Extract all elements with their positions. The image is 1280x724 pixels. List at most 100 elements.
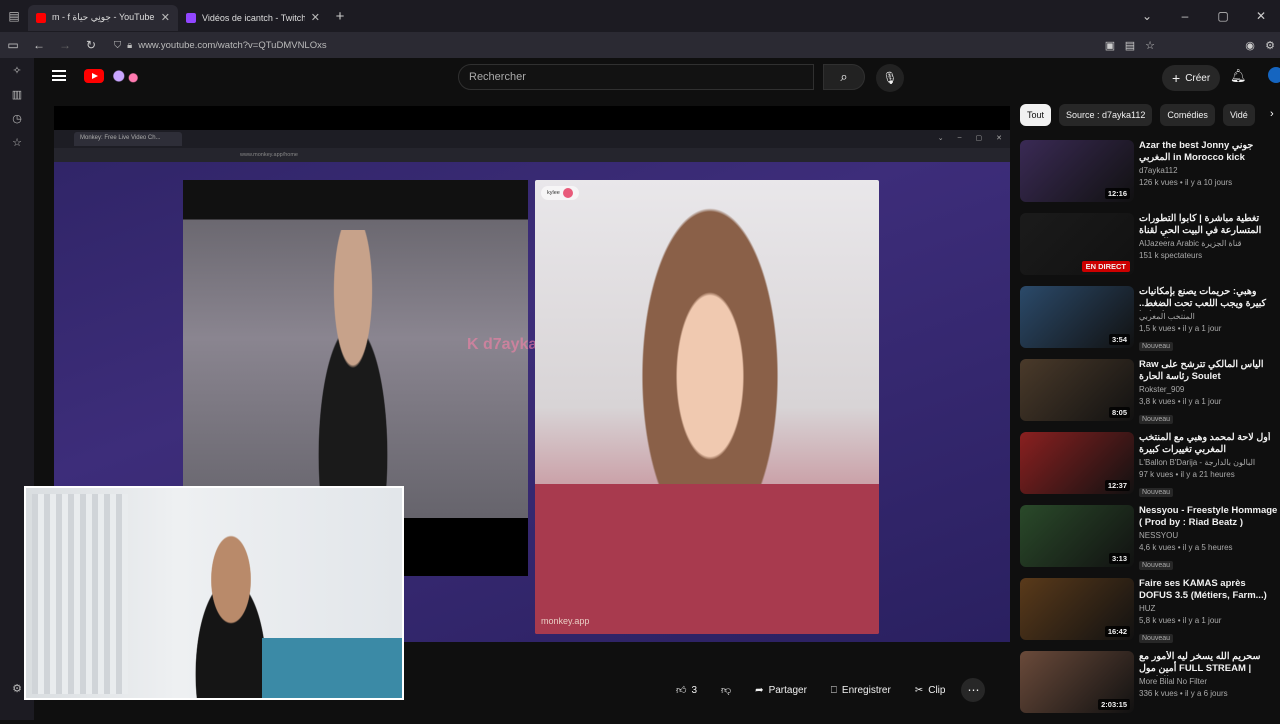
channel-name[interactable]: المنتخب المغربي <box>1139 311 1279 323</box>
url-text: www.youtube.com/watch?v=QTuDMVNLOxs <box>138 39 327 51</box>
youtube-logo-icon[interactable] <box>84 69 104 83</box>
history-icon[interactable]: ◷ <box>12 112 22 126</box>
share-label: Partager <box>768 684 807 696</box>
video-thumbnail[interactable]: 12:16 <box>1020 140 1134 202</box>
video-title[interactable]: أول لاحة لمحمد وهبي مع المنتخب المغربي ت… <box>1139 432 1279 457</box>
list-item[interactable]: 2:03:15 سحريم الله يسخر ليه الأمور مع أم… <box>1020 651 1278 724</box>
like-count: 3 <box>691 684 698 696</box>
tab-list-icon[interactable]: ▤ <box>0 0 28 32</box>
video-title[interactable]: Faire ses KAMAS après DOFUS 3.5 (Métiers… <box>1139 578 1279 603</box>
create-button[interactable]: + Créer <box>1162 65 1221 91</box>
video-meta: سحريم الله يسخر ليه الأمور مع أمين مول F… <box>1139 651 1279 700</box>
video-thumbnail[interactable]: 3:54 <box>1020 286 1134 348</box>
channel-name[interactable]: L'Ballon B'Darija - البالون بالدارجة <box>1139 457 1279 469</box>
video-meta: أول لاحة لمحمد وهبي مع المنتخب المغربي ت… <box>1139 432 1279 499</box>
close-window-icon[interactable]: ✕ <box>1242 9 1280 23</box>
new-tab-icon[interactable]: + <box>328 8 352 25</box>
more-icon: ⋯ <box>967 683 980 697</box>
video-title[interactable]: Azar the best Jonny جوني المغربي in Moro… <box>1139 140 1279 165</box>
list-item[interactable]: 8:05 Raw الياس المالكي تترشح على رئاسة ا… <box>1020 359 1278 432</box>
more-actions-button[interactable]: ⋯ <box>961 678 986 702</box>
chip-all[interactable]: Tout <box>1020 104 1052 126</box>
browser-tab-twitch[interactable]: Vidéos de icantch - Twitch ✕ <box>178 5 328 31</box>
channel-name[interactable]: AlJazeera Arabic قناة الجزيرة <box>1139 238 1279 250</box>
bookmark-star-icon[interactable]: ☆ <box>1140 39 1160 52</box>
screenshot-icon[interactable]: ▣ <box>1100 39 1120 52</box>
video-stats: 336 k vues • il y a 6 jours <box>1139 689 1228 698</box>
youtube-doodle[interactable] <box>108 67 144 85</box>
dislike-button[interactable]: 👎︎ <box>713 678 739 702</box>
thumbs-up-icon: 👍︎ <box>676 685 687 696</box>
bookmarks-icon[interactable]: ☆ <box>12 136 22 150</box>
video-meta: Faire ses KAMAS après DOFUS 3.5 (Métiers… <box>1139 578 1279 645</box>
video-thumbnail[interactable]: 3:13 <box>1020 505 1134 567</box>
notifications-bell-icon[interactable]: 🔔︎ <box>1230 68 1247 84</box>
tab-title: m - f جونِي حياة - YouTube <box>52 12 155 22</box>
video-stats: 1,5 k vues • il y a 1 jour <box>1139 324 1222 333</box>
list-item[interactable]: EN DIRECT تغطية مباشرة | كابوا التطورات … <box>1020 213 1278 286</box>
list-item[interactable]: 16:42 Faire ses KAMAS après DOFUS 3.5 (M… <box>1020 578 1278 651</box>
channel-name[interactable]: Rokster_909 <box>1139 384 1279 396</box>
chip-videos[interactable]: Vidé <box>1222 104 1255 126</box>
right-video-feed: kylee monkey.app <box>535 180 879 634</box>
video-title[interactable]: سحريم الله يسخر ليه الأمور مع أمين مول F… <box>1139 651 1279 676</box>
like-button[interactable]: 👍︎ 3 <box>668 678 705 702</box>
inner-url: www.monkey.app/home <box>54 148 1010 162</box>
address-bar[interactable]: ⛉ 🔒︎ www.youtube.com/watch?v=QTuDMVNLOxs <box>114 40 327 51</box>
library-icon[interactable]: ▥ <box>12 88 22 102</box>
filter-chips: Tout Source : d7ayka112 Comédies Vidé <box>1020 104 1280 126</box>
list-item[interactable]: 3:13 Nessyou - Freestyle Hommage ( Prod … <box>1020 505 1278 578</box>
video-stats: 126 k vues • il y a 10 jours <box>1139 178 1233 187</box>
channel-name[interactable]: More Bilal No Filter <box>1139 676 1279 688</box>
duration-badge: 3:13 <box>1108 553 1130 564</box>
reload-icon[interactable]: ↻ <box>78 32 104 58</box>
video-meta: Azar the best Jonny جوني المغربي in Moro… <box>1139 140 1279 189</box>
video-title[interactable]: Raw الياس المالكي تترشح على رئاسة الحارة… <box>1139 359 1279 384</box>
video-thumbnail[interactable]: 2:03:15 <box>1020 651 1134 713</box>
list-item[interactable]: 3:54 وهبي: حريمات يصنع بإمكانيات كبيرة و… <box>1020 286 1278 359</box>
chip-comedies[interactable]: Comédies <box>1160 104 1215 126</box>
settings-gear-icon[interactable]: ⚙ <box>12 682 22 696</box>
avatar[interactable] <box>1268 67 1280 83</box>
maximize-icon[interactable]: ▢ <box>1204 9 1242 23</box>
shield-icon: ⛉ <box>114 39 122 51</box>
list-item[interactable]: 12:16 Azar the best Jonny جوني المغربي i… <box>1020 140 1278 213</box>
tab-dropdown-icon[interactable]: ⌄ <box>1128 9 1166 23</box>
ai-icon[interactable]: ✧ <box>12 64 21 78</box>
video-title[interactable]: تغطية مباشرة | كابوا التطورات المتسارعة … <box>1139 213 1279 238</box>
user-pill: kylee <box>541 186 579 200</box>
close-tab-icon[interactable]: ✕ <box>311 11 320 24</box>
clip-button[interactable]: ✂ Clip <box>907 678 954 702</box>
chip-source[interactable]: Source : d7ayka112 <box>1059 104 1153 126</box>
minimize-icon[interactable]: – <box>1166 9 1204 23</box>
video-thumbnail[interactable]: 16:42 <box>1020 578 1134 640</box>
channel-name[interactable]: NESSYOU <box>1139 530 1279 542</box>
extensions-icon[interactable]: ⚙ <box>1260 39 1280 52</box>
close-tab-icon[interactable]: ✕ <box>161 11 170 24</box>
video-title[interactable]: Nessyou - Freestyle Hommage ( Prod by : … <box>1139 505 1279 530</box>
chevron-right-icon[interactable]: › <box>1270 108 1274 120</box>
forward-icon[interactable]: → <box>52 32 78 58</box>
heart-icon <box>562 188 573 198</box>
reader-icon[interactable]: ▤ <box>1120 39 1140 52</box>
share-button[interactable]: ➦ Partager <box>747 678 815 702</box>
tab-title: Vidéos de icantch - Twitch <box>202 12 305 23</box>
search-button[interactable]: ⌕ <box>823 64 865 90</box>
channel-name[interactable]: d7ayka112 <box>1139 165 1279 177</box>
video-thumbnail[interactable]: 12:37 <box>1020 432 1134 494</box>
sidebar-toggle-icon[interactable]: ▭ <box>0 32 26 58</box>
microphone-icon: 🎙︎ <box>882 71 898 85</box>
video-thumbnail[interactable]: 8:05 <box>1020 359 1134 421</box>
video-thumbnail[interactable]: EN DIRECT <box>1020 213 1134 275</box>
account-icon[interactable]: ◉ <box>1240 39 1260 52</box>
channel-name[interactable]: HUZ <box>1139 603 1279 615</box>
list-item[interactable]: 12:37 أول لاحة لمحمد وهبي مع المنتخب الم… <box>1020 432 1278 505</box>
browser-tab-youtube[interactable]: m - f جونِي حياة - YouTube ✕ <box>28 4 178 31</box>
back-icon[interactable]: ← <box>26 32 52 58</box>
voice-search-button[interactable]: 🎙︎ <box>876 64 904 92</box>
video-title[interactable]: وهبي: حريمات يصنع بإمكانيات كبيرة ويجب ا… <box>1139 286 1279 311</box>
search-input[interactable]: Rechercher <box>458 64 814 90</box>
save-button[interactable]: ⎕ Enregistrer <box>823 678 899 702</box>
streamer-webcam <box>24 486 404 700</box>
menu-icon[interactable] <box>52 70 66 81</box>
